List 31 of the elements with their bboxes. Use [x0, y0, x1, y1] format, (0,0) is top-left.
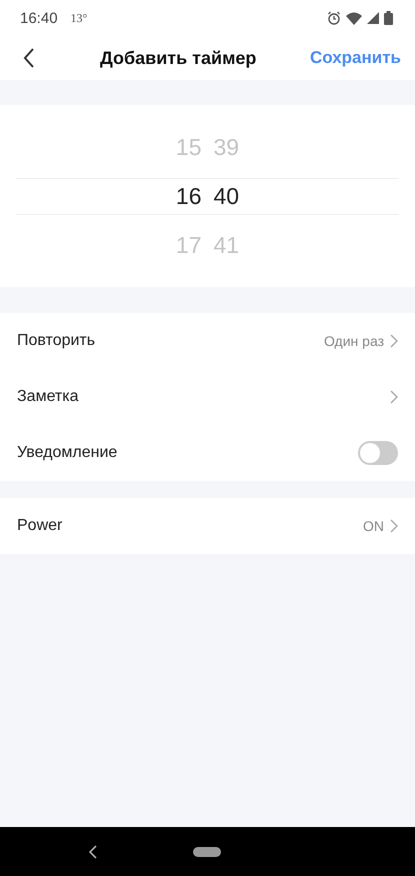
- battery-icon: [384, 11, 393, 25]
- minute-value: 40: [214, 182, 240, 210]
- chevron-icon: [390, 334, 398, 348]
- back-icon[interactable]: [89, 844, 97, 858]
- setting-row[interactable]: Заметка: [0, 369, 415, 425]
- hour-value: 17: [176, 232, 202, 258]
- setting-value: ON: [363, 518, 384, 534]
- setting-label: Заметка: [17, 388, 79, 406]
- minute-value: 39: [214, 134, 240, 160]
- temperature: 13°: [70, 10, 88, 26]
- setting-row[interactable]: Повторить Один раз: [0, 313, 415, 369]
- chevron-icon: [390, 390, 398, 404]
- setting-row[interactable]: Power ON: [0, 498, 415, 554]
- alarm-icon: [327, 11, 341, 25]
- minute-value: 41: [214, 232, 240, 258]
- setting-row[interactable]: Уведомление: [0, 425, 415, 481]
- time-picker[interactable]: 15 39 16 40 17 41: [0, 105, 415, 287]
- hour-value: 16: [176, 182, 202, 210]
- setting-value: Один раз: [324, 333, 384, 349]
- screen-title: Добавить таймер: [100, 48, 256, 68]
- setting-label: Power: [17, 517, 62, 535]
- signal-icon: [367, 12, 379, 24]
- setting-label: Повторить: [17, 332, 96, 350]
- status-time: 16:40: [20, 10, 58, 26]
- toggle-switch[interactable]: [358, 441, 398, 465]
- home-button[interactable]: [193, 846, 221, 856]
- setting-label: Уведомление: [17, 444, 118, 462]
- hour-value: 15: [176, 134, 202, 160]
- back-icon[interactable]: [23, 48, 35, 68]
- wifi-icon: [346, 12, 362, 24]
- chevron-icon: [390, 519, 398, 533]
